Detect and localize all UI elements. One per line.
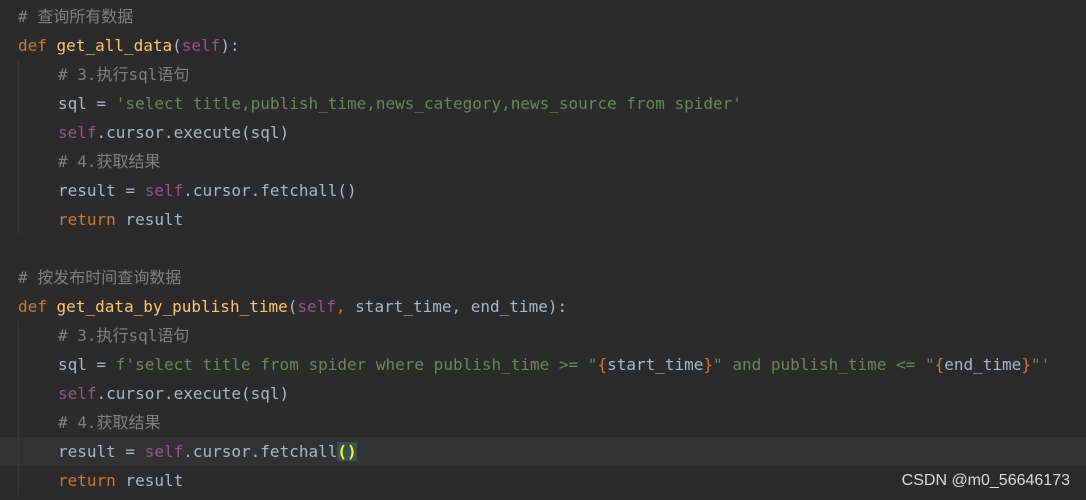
function-name: get_all_data	[56, 36, 173, 55]
fstring-suffix: "'	[1030, 355, 1051, 374]
fstring-middle: " and publish_time <= "	[713, 355, 935, 374]
indent-guide	[18, 379, 19, 408]
method-call: .cursor.execute(sql)	[96, 123, 290, 142]
open-paren: (	[172, 36, 182, 55]
self-ref: self	[144, 442, 184, 461]
assignment: sql =	[58, 94, 116, 113]
indent-guide	[18, 60, 19, 89]
assignment: sql =	[58, 355, 116, 374]
return-value: result	[115, 471, 184, 490]
code-line-2[interactable]: def get_all_data(self):	[0, 31, 1086, 60]
comment: # 4.获取结果	[58, 152, 161, 171]
comment: # 3.执行sql语句	[58, 65, 190, 84]
return-keyword: return	[58, 210, 116, 229]
method-call: .cursor.fetchall()	[183, 181, 357, 200]
assignment: result =	[58, 442, 145, 461]
code-line-8[interactable]: return result	[0, 205, 1086, 234]
indent-guide	[18, 350, 19, 379]
assignment: result =	[58, 181, 145, 200]
indent-guide	[18, 408, 19, 437]
code-editor[interactable]: # 查询所有数据 def get_all_data(self): # 3.执行s…	[0, 2, 1086, 495]
self-param: self	[297, 297, 336, 316]
code-line-4[interactable]: sql = 'select title,publish_time,news_ca…	[0, 89, 1086, 118]
code-line-11[interactable]: def get_data_by_publish_time(self, start…	[0, 292, 1086, 321]
matched-paren-close: )	[347, 442, 357, 461]
indent-guide	[18, 466, 19, 495]
open-paren: (	[287, 297, 298, 316]
indent-guide	[18, 147, 19, 176]
close-paren: ):	[547, 297, 568, 316]
indent-guide	[18, 118, 19, 147]
indent-guide	[18, 437, 19, 466]
comment: # 3.执行sql语句	[58, 326, 190, 345]
indent-guide	[18, 176, 19, 205]
code-line-6[interactable]: # 4.获取结果	[0, 147, 1086, 176]
code-line-14[interactable]: self.cursor.execute(sql)	[0, 379, 1086, 408]
code-line-9-blank[interactable]	[0, 234, 1086, 263]
comma: ,	[335, 297, 356, 316]
fstring-prefix: f'select title from spider where publish…	[115, 355, 598, 374]
comment: # 按发布时间查询数据	[18, 268, 182, 287]
comment: # 查询所有数据	[18, 7, 134, 26]
def-keyword: def	[18, 36, 47, 55]
params: start_time, end_time	[355, 297, 548, 316]
fstring-brace-close: }	[703, 355, 714, 374]
code-line-13[interactable]: sql = f'select title from spider where p…	[0, 350, 1086, 379]
self-ref: self	[58, 123, 97, 142]
sql-string: 'select title,publish_time,news_category…	[115, 94, 742, 113]
return-value: result	[115, 210, 184, 229]
code-line-12[interactable]: # 3.执行sql语句	[0, 321, 1086, 350]
code-line-5[interactable]: self.cursor.execute(sql)	[0, 118, 1086, 147]
close-paren: ):	[220, 36, 240, 55]
fstring-brace-close: }	[1021, 355, 1031, 374]
self-param: self	[181, 36, 221, 55]
fstring-var: end_time	[944, 355, 1022, 374]
code-line-15[interactable]: # 4.获取结果	[0, 408, 1086, 437]
function-name: get_data_by_publish_time	[56, 297, 288, 316]
code-line-7[interactable]: result = self.cursor.fetchall()	[0, 176, 1086, 205]
fstring-brace-open: {	[597, 355, 608, 374]
code-line-1[interactable]: # 查询所有数据	[0, 2, 1086, 31]
csdn-watermark: CSDN @m0_56646173	[901, 472, 1070, 489]
def-keyword: def	[18, 297, 47, 316]
fstring-brace-open: {	[934, 355, 945, 374]
code-line-3[interactable]: # 3.执行sql语句	[0, 60, 1086, 89]
code-line-10[interactable]: # 按发布时间查询数据	[0, 263, 1086, 292]
method-call: .cursor.fetch	[183, 442, 309, 461]
self-ref: self	[58, 384, 97, 403]
self-ref: self	[144, 181, 184, 200]
indent-guide	[18, 205, 19, 234]
fstring-var: start_time	[607, 355, 704, 374]
return-keyword: return	[58, 471, 116, 490]
comment: # 4.获取结果	[58, 413, 161, 432]
code-line-16-current[interactable]: result = self.cursor.fetchall()	[0, 437, 1086, 466]
indent-guide	[18, 321, 19, 350]
indent-guide	[18, 89, 19, 118]
method-call-tail: all	[308, 442, 338, 461]
matched-paren-open: (	[337, 442, 348, 461]
method-call: .cursor.execute(sql)	[96, 384, 290, 403]
